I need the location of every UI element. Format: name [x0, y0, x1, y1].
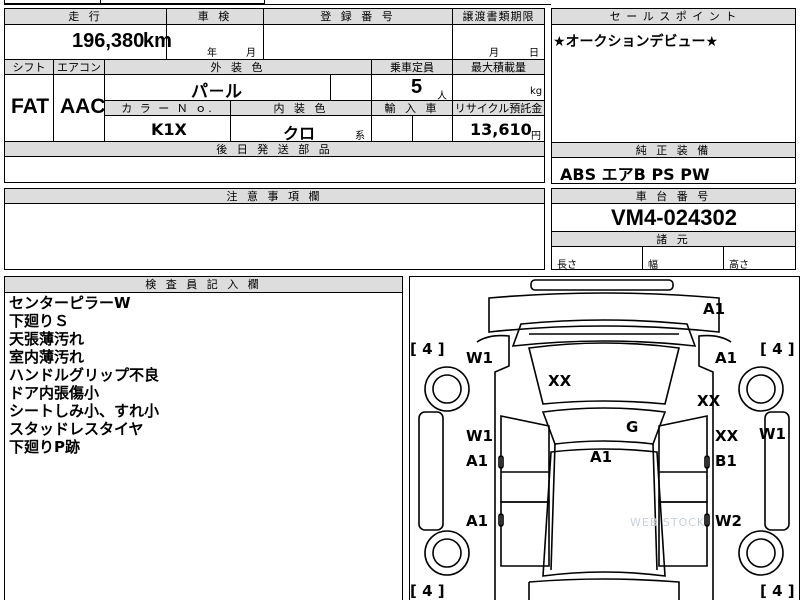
- color-no-value: K1X: [151, 120, 187, 139]
- cell-notes: [4, 203, 545, 270]
- height-label: 高さ: [729, 260, 749, 271]
- header-inspector: 検 査 員 記 入 欄: [4, 276, 403, 293]
- header-later-parts: 後 日 発 送 部 品: [4, 141, 545, 157]
- damage-mark-front-bumper: A1: [703, 300, 726, 318]
- header-shift: シフト: [4, 59, 54, 75]
- load-unit: kg: [530, 86, 543, 97]
- note-line: ドア内張傷小: [9, 384, 100, 402]
- cell-later-parts: [4, 156, 545, 183]
- inspection-year: 年: [207, 48, 217, 59]
- equipment-value: ABS エアB PS PW: [560, 165, 710, 184]
- inspection-month: 月: [246, 48, 256, 59]
- cell-registration: [263, 24, 453, 60]
- header-import: 輸 入 車: [371, 100, 453, 116]
- interior-color-suffix: 系: [355, 131, 365, 142]
- note-line: 室内薄汚れ: [9, 348, 85, 366]
- damage-mark-right-fender: A1: [715, 349, 738, 367]
- exterior-color-value: パ－ル: [191, 82, 242, 102]
- top-cut-cell-2: [100, 0, 265, 4]
- damage-mark-roof: G: [626, 418, 639, 436]
- tire-mark-rear-left: [ 4 ]: [410, 582, 445, 600]
- cell-import-2: [412, 115, 453, 142]
- tire-mark-front-right: [ 4 ]: [760, 340, 795, 358]
- aircon-value: AAC: [60, 95, 106, 118]
- header-registration: 登 録 番 号: [263, 8, 453, 25]
- header-mileage: 走 行: [4, 8, 167, 25]
- inspector-notes-list: センターピラーW 下廻りＳ 天張薄汚れ 室内薄汚れ ハンドルグリップ不良 ドア内…: [9, 294, 159, 456]
- header-recycle: リサイクル預託金: [452, 100, 545, 116]
- mileage-unit: km: [143, 30, 172, 52]
- damage-mark-left-front-door-lower: A1: [466, 452, 489, 470]
- header-sales-point: セ ー ル ス ポ イ ン ト: [551, 8, 796, 25]
- header-capacity: 乗車定員: [371, 59, 453, 75]
- header-transfer-deadline: 譲渡書類期限: [452, 8, 545, 25]
- damage-mark-windshield: XX: [548, 372, 572, 390]
- header-max-load: 最大積載量: [452, 59, 545, 75]
- deadline-day: 日: [529, 48, 539, 59]
- shift-value: FAT: [11, 95, 50, 118]
- top-cut-cell-1: [4, 0, 101, 4]
- watermark: WEB STOCK: [630, 516, 706, 529]
- length-label: 長さ: [557, 260, 577, 271]
- damage-mark-left-fender: W1: [466, 349, 493, 367]
- header-inspection: 車 検: [166, 8, 264, 25]
- header-chassis-no: 車 台 番 号: [551, 188, 796, 204]
- note-line: ハンドルグリップ不良: [9, 366, 160, 384]
- tire-mark-front-left: [ 4 ]: [410, 340, 445, 358]
- header-interior-color: 内 装 色: [230, 100, 372, 116]
- note-line: 下廻りＳ: [9, 312, 70, 330]
- damage-mark-right-rear-door: W2: [715, 512, 742, 530]
- damage-mark-right-front-door: XX: [715, 427, 739, 445]
- header-exterior-color: 外 装 色: [104, 59, 372, 75]
- sales-point-value: ★オークションデビュー★: [553, 34, 719, 50]
- damage-mark-roof-center: A1: [590, 448, 613, 466]
- damage-mark-right-front-door-lower: B1: [715, 452, 737, 470]
- note-line: スタッドレスタイヤ: [9, 420, 144, 438]
- recycle-value: 13,610: [470, 120, 532, 139]
- capacity-value: 5: [411, 76, 423, 98]
- note-line: センターピラーW: [9, 294, 131, 312]
- header-color-no: カ ラ ー Ｎ ｏ.: [104, 100, 231, 116]
- note-line: シートしみ小、すれ小: [9, 402, 160, 420]
- header-aircon: エアコン: [53, 59, 105, 75]
- tire-mark-rear-right: [ 4 ]: [760, 582, 795, 600]
- cell-exterior-color-extra: [330, 74, 372, 101]
- mileage-value: 196,380: [72, 30, 145, 52]
- recycle-unit: 円: [531, 131, 541, 142]
- header-notes: 注 意 事 項 欄: [4, 188, 545, 204]
- deadline-month: 月: [489, 48, 499, 59]
- damage-mark-left-front-door: W1: [466, 427, 493, 445]
- width-label: 幅: [648, 260, 658, 271]
- header-equipment: 純 正 装 備: [551, 142, 796, 158]
- header-dimensions: 諸 元: [551, 231, 796, 247]
- damage-mark-left-rear-door: A1: [466, 512, 489, 530]
- damage-mark-right-front: XX: [697, 392, 721, 410]
- cell-import-1: [371, 115, 413, 142]
- chassis-no-value: VM4-024302: [611, 205, 737, 230]
- damage-mark-right-pillar: W1: [759, 425, 786, 443]
- note-line: 下廻りP跡: [9, 438, 80, 456]
- note-line: 天張薄汚れ: [9, 330, 85, 348]
